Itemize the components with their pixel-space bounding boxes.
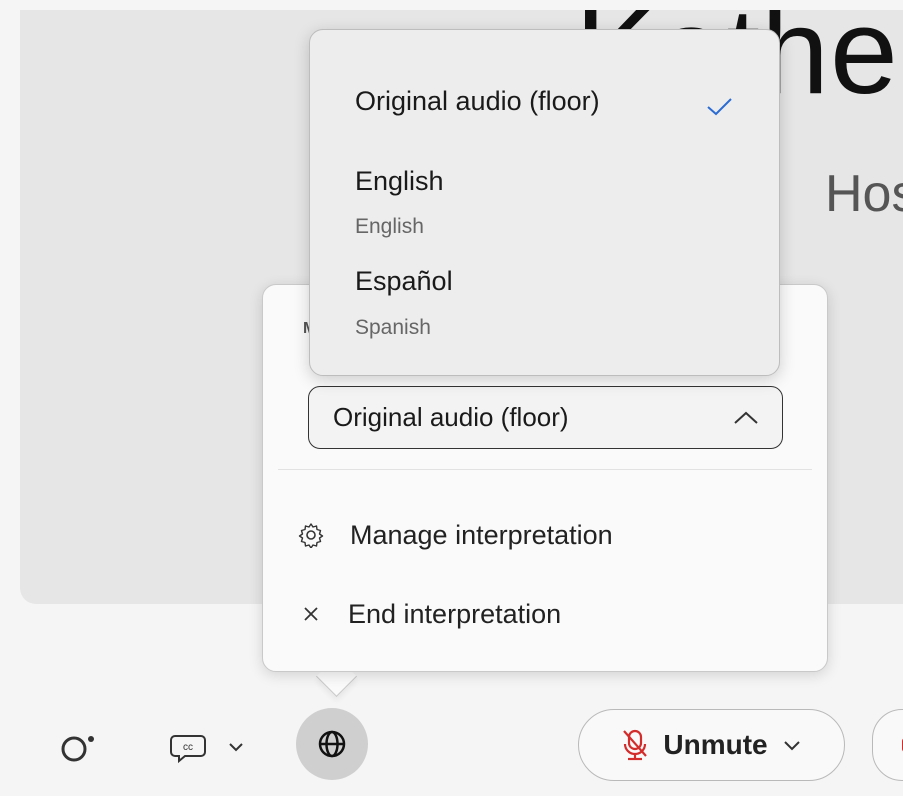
end-interpretation-label: End interpretation: [348, 598, 562, 629]
manage-interpretation-button[interactable]: Manage interpretation: [298, 513, 613, 557]
menu-item-english-sublabel: English: [355, 215, 424, 238]
svg-text:cc: cc: [183, 742, 193, 753]
menu-item-espanol[interactable]: Español: [355, 266, 453, 297]
video-off-icon: [902, 738, 903, 752]
menu-item-english[interactable]: English: [355, 166, 444, 197]
presenter-role: Hos: [825, 165, 903, 223]
chevron-up-icon: [734, 411, 758, 424]
captions-button[interactable]: cc: [170, 730, 260, 766]
end-interpretation-button[interactable]: End interpretation: [300, 592, 561, 636]
gear-icon: [298, 523, 324, 548]
language-select[interactable]: Original audio (floor): [308, 386, 783, 449]
chevron-down-icon[interactable]: [782, 739, 802, 751]
menu-item-espanol-sublabel: Spanish: [355, 316, 431, 339]
language-select-value: Original audio (floor): [333, 402, 569, 432]
unmute-button[interactable]: Unmute: [578, 709, 845, 781]
unmute-label: Unmute: [663, 729, 768, 760]
interpretation-globe-button[interactable]: [296, 708, 368, 780]
manage-interpretation-label: Manage interpretation: [350, 519, 613, 550]
activity-indicator-button[interactable]: [60, 733, 100, 763]
muted-mic-icon: [623, 729, 648, 761]
close-icon: [304, 607, 318, 621]
closed-captions-icon: cc: [170, 735, 243, 764]
globe-icon: [318, 730, 346, 758]
menu-item-original-audio[interactable]: Original audio (floor): [355, 86, 600, 117]
activity-ring-icon: [61, 736, 94, 762]
panel-divider: [278, 469, 812, 470]
checkmark-icon: [704, 95, 734, 122]
